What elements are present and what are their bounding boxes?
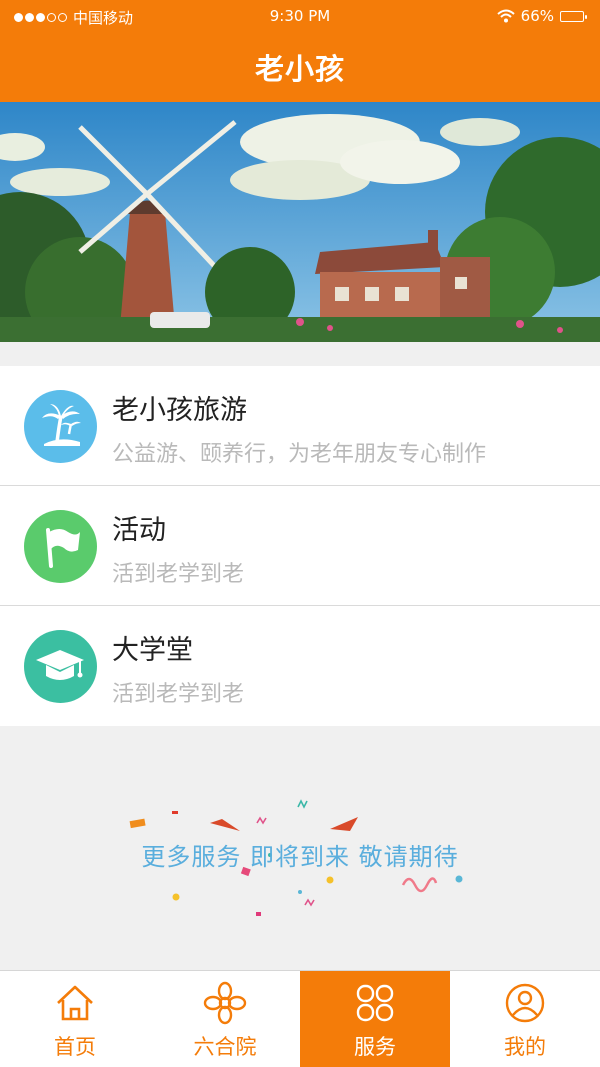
tab-home[interactable]: 首页 (0, 971, 150, 1067)
banner-image[interactable] (0, 102, 600, 342)
service-item-activity[interactable]: 活动 活到老学到老 (0, 486, 600, 606)
more-services-text: 更多服务 即将到来 敬请期待 (141, 843, 459, 871)
graduation-cap-icon (24, 630, 97, 703)
services-grid-icon (356, 984, 394, 1022)
service-desc: 公益游、颐养行，为老年朋友专心制作 (112, 442, 487, 467)
service-item-travel[interactable]: 老小孩旅游 公益游、颐养行，为老年朋友专心制作 (0, 366, 600, 486)
service-item-university[interactable]: 大学堂 活到老学到老 (0, 606, 600, 726)
service-name: 大学堂 (112, 635, 193, 666)
tab-label: 首页 (54, 1035, 96, 1059)
top-bar: 中国移动 9:30 PM 66% 老小孩 (0, 0, 600, 102)
status-right: 66% (496, 7, 587, 25)
palm-tree-icon (24, 390, 97, 463)
status-bar: 中国移动 9:30 PM 66% (0, 0, 600, 32)
flag-icon (24, 510, 97, 583)
service-name: 老小孩旅游 (112, 395, 247, 426)
more-services-placeholder: 更多服务 即将到来 敬请期待 (0, 727, 600, 970)
flower-icon (203, 981, 247, 1025)
service-list: 老小孩旅游 公益游、颐养行，为老年朋友专心制作 活动 活到老学到老 大学堂 活到… (0, 366, 600, 726)
tab-label: 六合院 (193, 1035, 257, 1059)
battery-icon (560, 10, 587, 22)
tab-label: 我的 (504, 1035, 546, 1059)
wifi-icon (496, 9, 515, 23)
tab-mine[interactable]: 我的 (450, 971, 600, 1067)
home-icon (57, 985, 93, 1021)
service-name: 活动 (112, 515, 166, 546)
tab-liuheyuan[interactable]: 六合院 (150, 971, 300, 1067)
battery-percent: 66% (520, 7, 554, 25)
service-desc: 活到老学到老 (112, 562, 245, 587)
tab-services[interactable]: 服务 (300, 971, 450, 1067)
tab-bar: 首页 六合院 服务 我的 (0, 970, 600, 1067)
user-icon (505, 983, 545, 1023)
tab-label: 服务 (354, 1035, 396, 1059)
page-title: 老小孩 (254, 52, 345, 86)
service-desc: 活到老学到老 (112, 682, 245, 707)
